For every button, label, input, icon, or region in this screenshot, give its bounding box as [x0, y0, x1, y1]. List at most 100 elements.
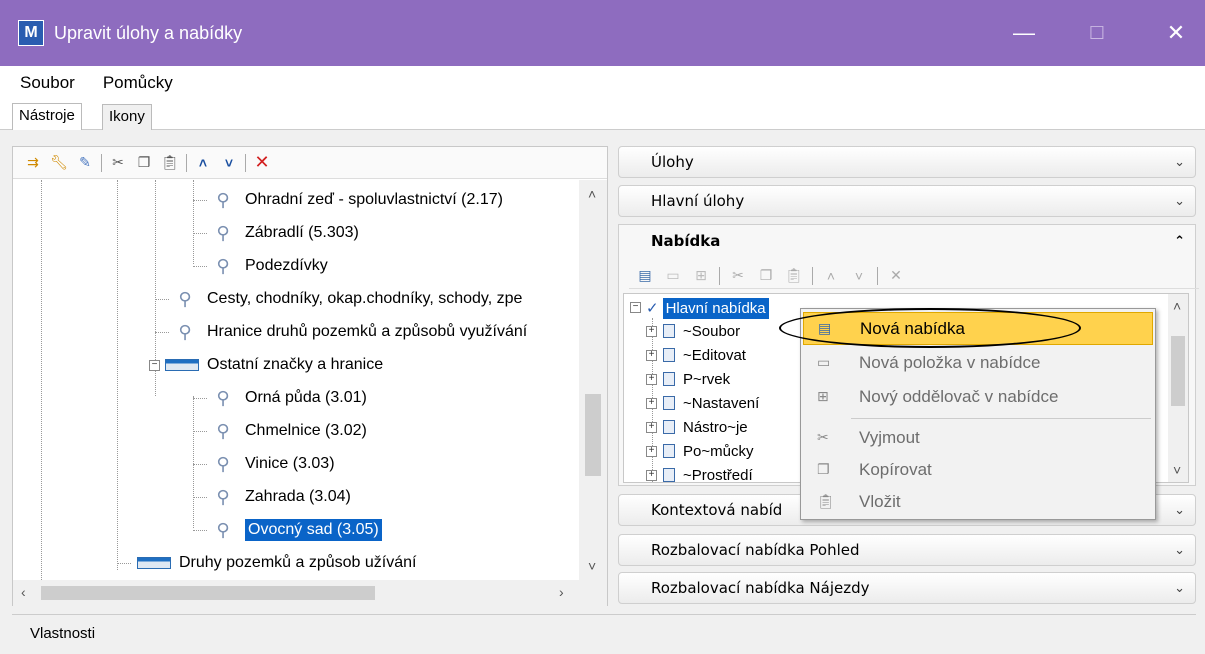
close-button[interactable]: ✕ — [1147, 0, 1205, 66]
menu-tree-item-label: ~Editovat — [683, 346, 746, 364]
panel-hlavni-ulohy[interactable]: Hlavní úlohy ⌄ — [618, 185, 1196, 217]
expand-toggle[interactable]: + — [646, 445, 657, 457]
scroll-right-icon[interactable]: › — [559, 584, 564, 600]
menu-tree-item[interactable]: + ~Editovat — [646, 344, 746, 366]
menu-tree-item[interactable]: + Nástro~je — [646, 416, 748, 438]
expand-toggle[interactable]: + — [646, 349, 657, 361]
minimize-button[interactable]: — — [995, 0, 1053, 66]
panel-title: Rozbalovací nabídka Nájezdy — [651, 579, 870, 597]
tab-nastroje[interactable]: Nástroje — [12, 103, 82, 130]
delete-icon[interactable]: ✕ — [252, 152, 272, 173]
scroll-down-icon[interactable]: ˅ — [588, 558, 596, 574]
tree-item[interactable]: ⚲ Hranice druhů pozemků a způsobů využívá… — [173, 316, 527, 348]
menu-tree-vertical-scrollbar[interactable]: ˄ ˅ — [1168, 294, 1188, 482]
tree-item[interactable]: ⚲ Chmelnice (3.02) — [211, 415, 366, 447]
menu-item-nova-nabidka[interactable]: ▤ Nová nabídka — [803, 312, 1153, 345]
menu-tree-item[interactable]: + ~Soubor — [646, 320, 740, 342]
menu-item-novy-oddelovac[interactable]: ⊞ Nový oddělovač v nabídce — [803, 380, 1153, 413]
menu-icon — [663, 468, 675, 482]
tree-item[interactable]: ⚲ Zábradlí (5.303) — [211, 217, 358, 249]
chevron-down-icon: ⌄ — [1174, 193, 1185, 209]
properties-section: Vlastnosti — [12, 614, 1196, 654]
menu-item-nova-polozka[interactable]: ▭ Nová položka v nabídce — [803, 346, 1153, 379]
new-menu-icon[interactable]: ▤ — [635, 266, 655, 286]
menu-soubor[interactable]: Soubor — [20, 73, 75, 93]
menu-tree-item[interactable]: + ~Prostředí — [646, 464, 753, 482]
wrench-icon: ⚲ — [216, 222, 230, 243]
scroll-left-icon[interactable]: ‹ — [21, 584, 26, 600]
tab-ikony[interactable]: Ikony — [102, 104, 152, 130]
panel-pohled[interactable]: Rozbalovací nabídka Pohled ⌄ — [618, 534, 1196, 566]
tree-item-selected[interactable]: ⚲ Ovocný sad (3.05) — [211, 514, 382, 546]
wrench-edit-icon[interactable]: ✎ — [75, 153, 95, 173]
tree-item[interactable]: ⚲ Podezdívky — [211, 250, 328, 282]
tree-item-group[interactable]: Druhy pozemků a způsob užívání — [137, 547, 416, 579]
menu-tree-root[interactable]: ✓ Hlavní nabídka — [646, 297, 769, 319]
move-down-icon[interactable]: ˅ — [849, 266, 869, 286]
tree-vertical-scrollbar[interactable]: ˄ ˅ — [579, 180, 607, 580]
tree-item-label: Podezdívky — [245, 257, 328, 274]
scroll-thumb[interactable] — [585, 394, 601, 476]
wrench-icon: ⚲ — [216, 255, 230, 276]
expand-toggle[interactable]: + — [646, 373, 657, 385]
menu-tree-item[interactable]: + P~rvek — [646, 368, 730, 390]
tree-item-label: Ostatní značky a hranice — [207, 356, 384, 373]
copy-icon[interactable]: ❐ — [134, 153, 154, 173]
scroll-thumb[interactable] — [41, 586, 375, 600]
expand-toggle[interactable]: + — [646, 325, 657, 337]
move-up-icon[interactable]: ˄ — [821, 266, 841, 286]
new-menu-item-icon[interactable]: ▭ — [663, 266, 683, 286]
paste-icon[interactable]: 📋︎ — [784, 266, 804, 286]
tree-horizontal-scrollbar[interactable]: ‹ › — [13, 580, 579, 606]
expand-toggle[interactable]: + — [646, 469, 657, 481]
menu-tree-item[interactable]: + ~Nastavení — [646, 392, 759, 414]
tree-item[interactable]: ⚲ Ohradní zeď - spoluvlastnictví (2.17) — [211, 184, 503, 216]
menu-item-label: Nová položka v nabídce — [859, 352, 1041, 372]
new-separator-icon[interactable]: ⊞ — [691, 266, 711, 286]
tree-item[interactable]: ⚲ Zahrada (3.04) — [211, 481, 350, 513]
menu-item-vyjmout[interactable]: ✂ Vyjmout — [803, 421, 1153, 454]
wrench-icon[interactable]: 🔧︎ — [49, 153, 69, 173]
wrench-icon: ⚲ — [178, 321, 192, 342]
collapse-toggle[interactable]: − — [630, 302, 641, 313]
move-up-icon[interactable]: ˄ — [193, 153, 213, 173]
tree-item-label: Ovocný sad (3.05) — [245, 519, 382, 541]
scroll-thumb[interactable] — [1171, 336, 1185, 406]
paste-icon[interactable]: 📋︎ — [160, 153, 180, 173]
delete-icon[interactable]: ✕ — [886, 266, 906, 286]
panel-nabidka-header[interactable]: Nabídka ⌃ — [619, 225, 1195, 257]
scrollbar-corner — [579, 580, 607, 606]
tree-item-group[interactable]: Ostatní značky a hranice — [165, 349, 383, 381]
new-task-icon[interactable]: ⇉ — [23, 153, 43, 173]
wrench-icon: ⚲ — [216, 387, 230, 408]
paste-icon: 📋︎ — [817, 493, 835, 509]
menu-icon — [663, 372, 675, 386]
tree-item[interactable]: ⚲ Vinice (3.03) — [211, 448, 334, 480]
tools-tree-pane: ⇉ 🔧︎ ✎ ✂ ❐ 📋︎ ˄ ˅ ✕ − ⚲ Ohradní zeď - spo… — [12, 146, 608, 606]
cut-icon[interactable]: ✂ — [728, 266, 748, 286]
scroll-down-icon[interactable]: ˅ — [1173, 462, 1181, 478]
tree-item-label: Druhy pozemků a způsob užívání — [179, 554, 417, 571]
menu-item-vlozit[interactable]: 📋︎ Vložit — [803, 485, 1153, 518]
panel-title: Úlohy — [651, 153, 694, 171]
move-down-icon[interactable]: ˅ — [219, 153, 239, 173]
tree-item[interactable]: ⚲ Cesty, chodníky, okap.chodníky, schody,… — [173, 283, 522, 315]
window-title: Upravit úlohy a nabídky — [54, 22, 243, 43]
cut-icon[interactable]: ✂ — [108, 153, 128, 173]
menu-tree-item[interactable]: + Po~můcky — [646, 440, 753, 462]
panel-ulohy[interactable]: Úlohy ⌄ — [618, 146, 1196, 178]
copy-icon[interactable]: ❐ — [756, 266, 776, 286]
menu-icon — [663, 348, 675, 362]
panel-najezdy[interactable]: Rozbalovací nabídka Nájezdy ⌄ — [618, 572, 1196, 604]
scroll-up-icon[interactable]: ˄ — [1173, 298, 1181, 314]
expand-toggle[interactable]: + — [646, 421, 657, 433]
expand-toggle[interactable]: + — [646, 397, 657, 409]
menu-pomucky[interactable]: Pomůcky — [103, 73, 173, 93]
scroll-up-icon[interactable]: ˄ — [588, 186, 596, 202]
wrench-icon: ⚲ — [216, 189, 230, 210]
tree-item[interactable]: ⚲ Orná půda (3.01) — [211, 382, 366, 414]
collapse-toggle[interactable]: − — [149, 360, 160, 371]
menu-item-kopirovat[interactable]: ❐ Kopírovat — [803, 453, 1153, 486]
maximize-button[interactable]: ☐ — [1068, 0, 1126, 66]
menu-toolbar: ▤ ▭ ⊞ ✂ ❐ 📋︎ ˄ ˅ ✕ — [629, 263, 1199, 289]
